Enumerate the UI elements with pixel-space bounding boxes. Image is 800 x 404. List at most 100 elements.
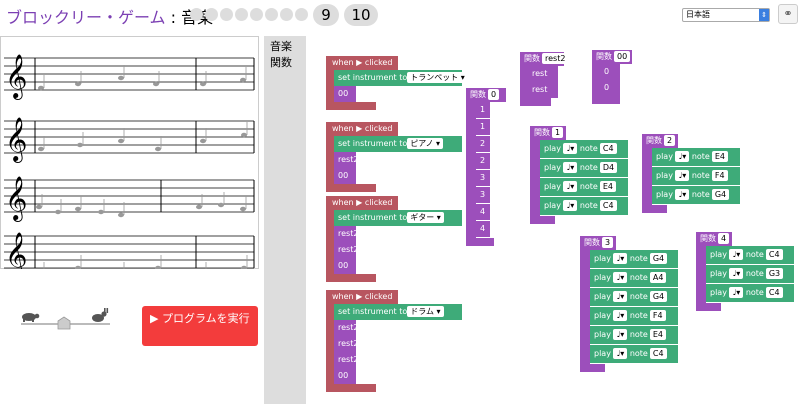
- play-note-block[interactable]: play ♩▾ note C4: [706, 284, 794, 302]
- function-name-field[interactable]: 2: [664, 135, 676, 146]
- language-select[interactable]: 日本語 ⇕: [682, 8, 770, 22]
- function-definition-header[interactable]: 関数 2: [642, 134, 678, 148]
- note-duration-dropdown[interactable]: ♩▾: [563, 143, 578, 154]
- function-definition-block[interactable]: [530, 126, 540, 224]
- category-music[interactable]: 音楽: [270, 38, 292, 54]
- function-call-block[interactable]: 0: [600, 64, 620, 80]
- function-call-block[interactable]: 4: [476, 221, 490, 237]
- function-name-field[interactable]: 00: [614, 51, 631, 62]
- level-dot-4[interactable]: [235, 8, 248, 21]
- function-definition-header[interactable]: 関数 3: [580, 236, 616, 250]
- function-call-block[interactable]: rest2: [334, 352, 358, 368]
- level-dot-5[interactable]: [250, 8, 263, 21]
- function-call-block[interactable]: 00: [334, 368, 356, 384]
- pitch-field[interactable]: A4: [649, 272, 667, 283]
- set-instrument-block[interactable]: set instrument to ピアノ ▾: [334, 136, 462, 152]
- play-note-block[interactable]: play ♩▾ note G3: [706, 265, 794, 283]
- pitch-field[interactable]: E4: [599, 181, 617, 192]
- when-clicked-header[interactable]: when ▶ clicked: [326, 290, 398, 304]
- function-definition-header[interactable]: 関数 1: [530, 126, 566, 140]
- rest-block[interactable]: rest: [528, 66, 558, 82]
- level-10-button[interactable]: 10: [344, 4, 378, 26]
- note-duration-dropdown[interactable]: ♩▾: [729, 249, 744, 260]
- function-name-field[interactable]: 3: [602, 237, 614, 248]
- level-dot-3[interactable]: [220, 8, 233, 21]
- note-duration-dropdown[interactable]: ♩▾: [613, 291, 628, 302]
- note-duration-dropdown[interactable]: ♩▾: [729, 268, 744, 279]
- function-call-block[interactable]: rest2: [334, 320, 358, 336]
- play-note-block[interactable]: play ♩▾ note E4: [590, 326, 678, 344]
- pitch-field[interactable]: C4: [765, 249, 783, 260]
- play-note-block[interactable]: play ♩▾ note A4: [590, 269, 678, 287]
- function-definition-block[interactable]: [466, 88, 476, 246]
- when-clicked-header[interactable]: when ▶ clicked: [326, 196, 398, 210]
- speed-slider[interactable]: [18, 308, 113, 332]
- pitch-field[interactable]: E4: [711, 151, 729, 162]
- play-note-block[interactable]: play ♩▾ note G4: [590, 250, 678, 268]
- function-call-block[interactable]: rest2: [334, 226, 358, 242]
- slider-handle[interactable]: [57, 316, 71, 330]
- function-definition-block[interactable]: [580, 236, 590, 372]
- note-duration-dropdown[interactable]: ♩▾: [675, 189, 690, 200]
- instrument-dropdown[interactable]: ドラム ▾: [407, 306, 444, 317]
- pitch-field[interactable]: G3: [765, 268, 784, 279]
- note-duration-dropdown[interactable]: ♩▾: [675, 170, 690, 181]
- instrument-dropdown[interactable]: ギター ▾: [407, 212, 444, 223]
- play-note-block[interactable]: play ♩▾ note C4: [540, 197, 628, 215]
- run-program-button[interactable]: ▶ プログラムを実行: [142, 306, 258, 346]
- play-note-block[interactable]: play ♩▾ note E4: [652, 148, 740, 166]
- note-duration-dropdown[interactable]: ♩▾: [729, 287, 744, 298]
- function-definition-header[interactable]: 関数 rest2: [520, 52, 569, 66]
- function-call-block[interactable]: 00: [334, 258, 356, 274]
- function-definition-header[interactable]: 関数 4: [696, 232, 732, 246]
- play-note-block[interactable]: play ♩▾ note F4: [590, 307, 678, 325]
- when-clicked-header[interactable]: when ▶ clicked: [326, 122, 398, 136]
- function-call-block[interactable]: 2: [476, 136, 490, 152]
- pitch-field[interactable]: D4: [599, 162, 618, 173]
- pitch-field[interactable]: F4: [649, 310, 666, 321]
- pitch-field[interactable]: E4: [649, 329, 667, 340]
- note-duration-dropdown[interactable]: ♩▾: [675, 151, 690, 162]
- function-name-field[interactable]: 1: [552, 127, 564, 138]
- play-note-block[interactable]: play ♩▾ note G4: [652, 186, 740, 204]
- note-duration-dropdown[interactable]: ♩▾: [563, 181, 578, 192]
- set-instrument-block[interactable]: set instrument to ギター ▾: [334, 210, 462, 226]
- function-definition-header[interactable]: 関数 0: [466, 88, 506, 102]
- play-note-block[interactable]: play ♩▾ note C4: [540, 140, 628, 158]
- play-note-block[interactable]: play ♩▾ note D4: [540, 159, 628, 177]
- function-call-block[interactable]: 1: [476, 102, 490, 118]
- pitch-field[interactable]: G4: [649, 253, 668, 264]
- function-definition-header[interactable]: 関数 00: [592, 50, 632, 64]
- play-note-block[interactable]: play ♩▾ note C4: [590, 345, 678, 363]
- note-duration-dropdown[interactable]: ♩▾: [613, 253, 628, 264]
- pitch-field[interactable]: G4: [711, 189, 730, 200]
- note-duration-dropdown[interactable]: ♩▾: [613, 272, 628, 283]
- function-name-field[interactable]: 0: [488, 89, 500, 100]
- note-duration-dropdown[interactable]: ♩▾: [613, 310, 628, 321]
- note-duration-dropdown[interactable]: ♩▾: [613, 329, 628, 340]
- instrument-dropdown[interactable]: ピアノ ▾: [407, 138, 444, 149]
- pitch-field[interactable]: C4: [649, 348, 667, 359]
- level-dot-7[interactable]: [280, 8, 293, 21]
- pitch-field[interactable]: C4: [599, 143, 617, 154]
- when-clicked-header[interactable]: when ▶ clicked: [326, 56, 398, 70]
- function-call-block[interactable]: 1: [476, 119, 490, 135]
- play-note-block[interactable]: play ♩▾ note G4: [590, 288, 678, 306]
- note-duration-dropdown[interactable]: ♩▾: [563, 200, 578, 211]
- level-dot-1[interactable]: [190, 8, 203, 21]
- function-name-field[interactable]: rest2: [542, 53, 569, 64]
- set-instrument-block[interactable]: set instrument to ドラム ▾: [334, 304, 462, 320]
- function-call-block[interactable]: rest2: [334, 242, 358, 258]
- link-icon[interactable]: ⚭: [778, 4, 798, 24]
- play-note-block[interactable]: play ♩▾ note F4: [652, 167, 740, 185]
- play-note-block[interactable]: play ♩▾ note E4: [540, 178, 628, 196]
- play-note-block[interactable]: play ♩▾ note C4: [706, 246, 794, 264]
- pitch-field[interactable]: C4: [599, 200, 617, 211]
- blocks-workspace[interactable]: when ▶ clicked set instrument to トランペット ▾ 0…: [306, 36, 800, 404]
- function-call-block[interactable]: 00: [334, 86, 356, 102]
- function-call-block[interactable]: 00: [334, 168, 356, 184]
- level-dot-6[interactable]: [265, 8, 278, 21]
- function-call-block[interactable]: rest2: [334, 336, 358, 352]
- category-functions[interactable]: 関数: [270, 54, 292, 70]
- instrument-dropdown[interactable]: トランペット ▾: [407, 72, 468, 83]
